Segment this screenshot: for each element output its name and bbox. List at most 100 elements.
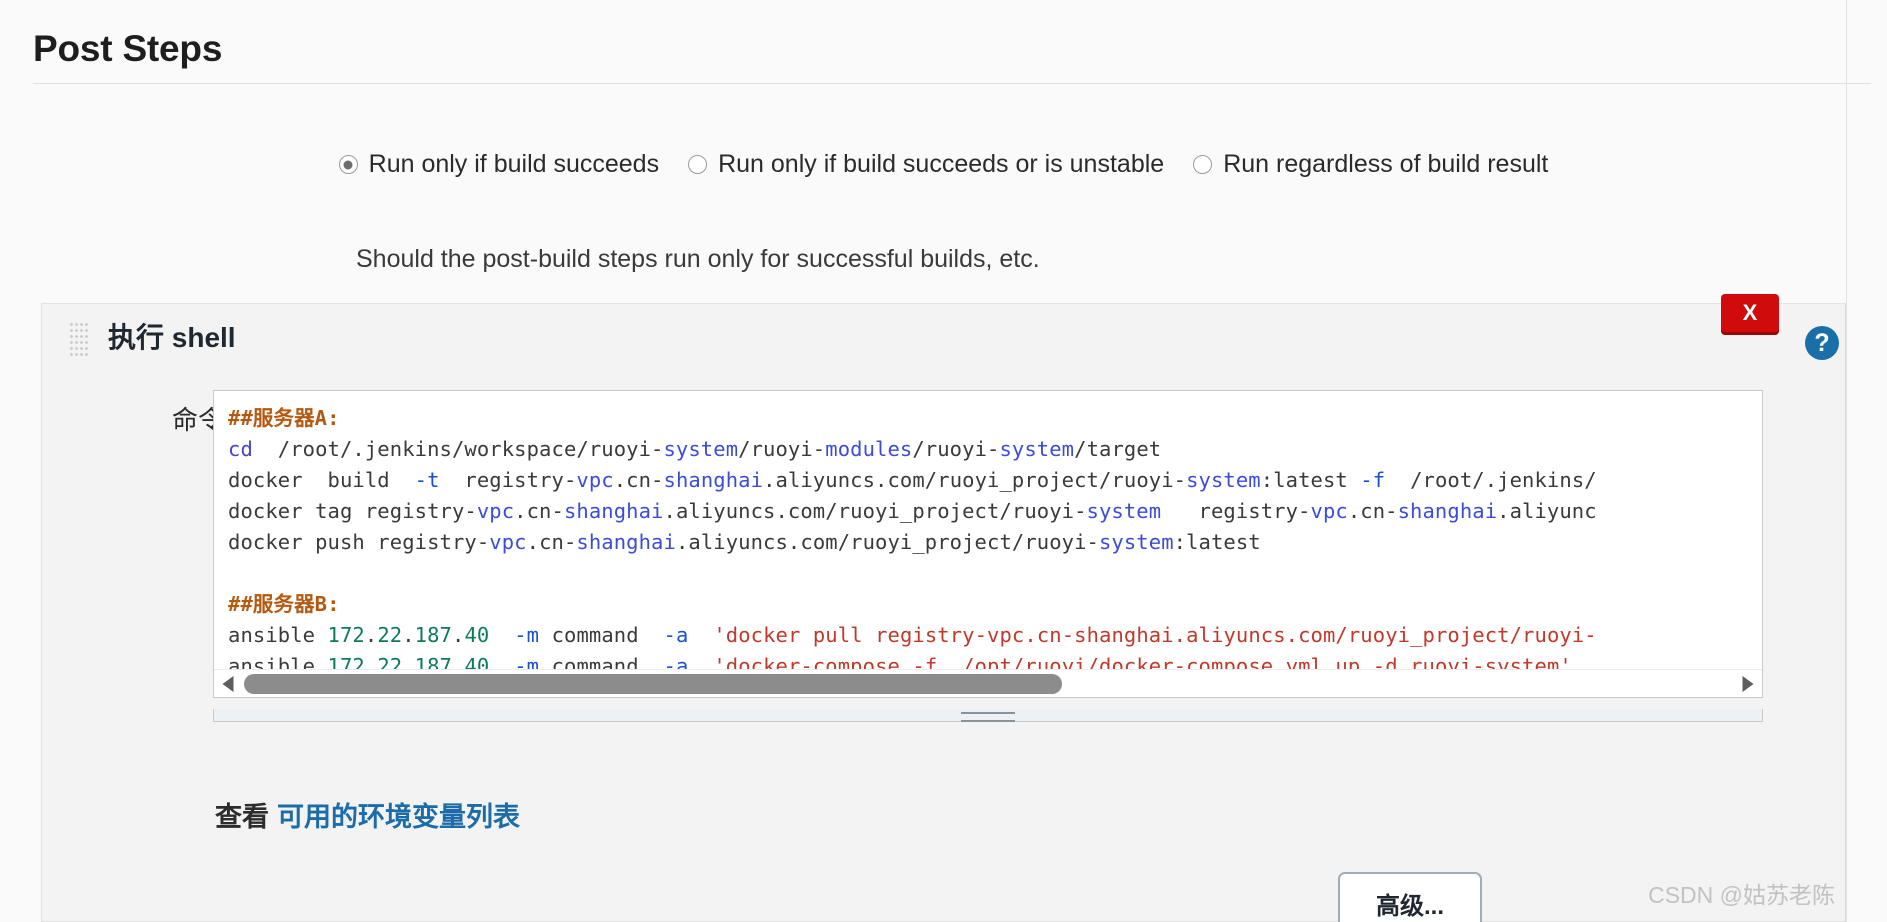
code-token: system [1098, 530, 1174, 554]
code-token: command [539, 654, 664, 669]
code-token: vpc [489, 530, 527, 554]
code-token: .cn- [1347, 499, 1398, 523]
code-token: shanghai [663, 468, 764, 492]
code-token: registry- [1161, 499, 1311, 523]
code-line: ##服务器B: [228, 589, 1762, 620]
code-line: ##服务器A: [228, 403, 1762, 434]
env-variables-line: 查看 可用的环境变量列表 [215, 795, 520, 834]
code-token: 'docker-compose -f /opt/ruoyi/docker-com… [688, 654, 1572, 669]
env-variables-link[interactable]: 可用的环境变量列表 [277, 802, 520, 832]
code-token: registry- [439, 468, 577, 492]
code-token: -m [514, 623, 540, 647]
command-code-area[interactable]: ##服务器A: cd /root/.jenkins/workspace/ruoyi… [214, 391, 1762, 669]
code-token: . [364, 654, 378, 669]
code-token: .aliyuncs.com/ruoyi_project/ruoyi- [763, 468, 1187, 492]
code-line: ansible 172.22.187.40 -m command -a 'doc… [228, 620, 1762, 651]
code-token: -f [1360, 468, 1386, 492]
code-token: system [663, 437, 739, 461]
radio-label-succeeds-or-unstable: Run only if build succeeds or is unstabl… [718, 150, 1165, 178]
radio-option-build-succeeds[interactable]: Run only if build succeeds [338, 150, 660, 179]
help-icon[interactable]: ? [1805, 326, 1839, 360]
code-token: -a [663, 623, 689, 647]
code-token: modules [825, 437, 913, 461]
code-token: ansible [228, 623, 328, 647]
editor-resize-bar[interactable] [213, 709, 1763, 722]
code-token: shanghai [576, 530, 676, 554]
scrollbar-thumb[interactable] [244, 673, 1063, 694]
builder-title: 执行 shell [108, 322, 236, 353]
code-line: ansible 172.22.187.40 -m command -a 'doc… [228, 651, 1762, 669]
code-token: .aliyunc [1497, 499, 1597, 523]
right-gutter-divider [1846, 0, 1847, 922]
code-line: cd /root/.jenkins/workspace/ruoyi-system… [228, 434, 1762, 465]
run-condition-help-text: Should the post-build steps run only for… [356, 245, 1040, 273]
code-token: /ruoyi- [912, 437, 1000, 461]
code-horizontal-scrollbar[interactable] [214, 669, 1762, 697]
code-token: 187 [414, 623, 452, 647]
execute-shell-builder-panel: 执行 shell X ? 命令 ##服务器A: cd /root/.jenkins… [41, 294, 1846, 922]
code-token: .cn- [613, 468, 664, 492]
code-token: -t [414, 468, 440, 492]
code-token: .cn- [514, 499, 564, 523]
code-token: . [452, 654, 465, 669]
code-line: docker push registry-vpc.cn-shanghai.ali… [228, 527, 1762, 558]
code-token: ansible [228, 654, 328, 669]
code-token: 172 [327, 623, 365, 647]
code-token: command [539, 623, 664, 647]
code-token: ##服务器B: [228, 592, 340, 616]
code-token: vpc [476, 499, 515, 523]
heading-divider [33, 82, 1871, 84]
radio-icon-unselected[interactable] [688, 155, 708, 174]
radio-label-regardless: Run regardless of build result [1223, 150, 1549, 178]
code-token: . [402, 623, 415, 647]
page-heading-section: Post Steps [33, 28, 1871, 84]
scrollbar-track[interactable] [244, 673, 1732, 694]
code-token: /ruoyi- [738, 437, 826, 461]
radio-icon-unselected[interactable] [1193, 155, 1213, 174]
advanced-button[interactable]: 高级... [1338, 872, 1482, 922]
code-token: /root/.jenkins/workspace/ruoyi- [252, 437, 664, 461]
code-token: 187 [414, 654, 452, 669]
post-steps-page: Post Steps Run only if build succeeds Ru… [0, 0, 1887, 922]
code-token: 22 [377, 654, 403, 669]
code-token: :latest [1173, 530, 1261, 554]
drag-handle-icon[interactable] [70, 323, 90, 359]
radio-icon-selected[interactable] [338, 155, 358, 174]
radio-option-succeeds-or-unstable[interactable]: Run only if build succeeds or is unstabl… [688, 150, 1164, 179]
code-token: /target [1074, 437, 1162, 461]
code-token: shanghai [1397, 499, 1498, 523]
radio-label-build-succeeds: Run only if build succeeds [368, 150, 660, 178]
radio-option-regardless[interactable]: Run regardless of build result [1193, 150, 1548, 179]
scroll-left-arrow-icon[interactable] [218, 674, 238, 694]
run-condition-radio-group: Run only if build succeeds Run only if b… [0, 150, 1887, 179]
code-token: .cn- [526, 530, 577, 554]
code-token: docker build [228, 468, 415, 492]
code-token: system [1086, 499, 1162, 523]
code-token: -m [514, 654, 540, 669]
code-token: .aliyuncs.com/ruoyi_project/ruoyi- [663, 499, 1087, 523]
code-token: system [1186, 468, 1261, 492]
watermark-text: CSDN @姑苏老陈 [1648, 882, 1835, 908]
code-token: 40 [464, 654, 490, 669]
command-editor[interactable]: ##服务器A: cd /root/.jenkins/workspace/ruoyi… [213, 390, 1763, 698]
close-icon[interactable]: X [1721, 294, 1779, 332]
code-token: :latest [1260, 468, 1361, 492]
scroll-right-arrow-icon[interactable] [1738, 674, 1758, 694]
builder-panel-header: 执行 shell X ? [42, 294, 1845, 382]
env-prefix-label: 查看 [215, 802, 269, 832]
code-line: docker build -t registry-vpc.cn-shanghai… [228, 465, 1762, 496]
code-token: vpc [1310, 499, 1348, 523]
code-token: cd [228, 437, 253, 461]
code-token: .aliyuncs.com/ruoyi_project/ruoyi- [675, 530, 1099, 554]
code-token: . [452, 623, 465, 647]
code-token: /root/.jenkins/ [1385, 468, 1597, 492]
page-title: Post Steps [33, 28, 223, 69]
code-token: . [364, 623, 378, 647]
resize-grip-icon[interactable] [961, 712, 1015, 722]
code-token: vpc [576, 468, 614, 492]
code-line: docker tag registry-vpc.cn-shanghai.aliy… [228, 496, 1762, 527]
code-token: docker tag registry- [228, 499, 477, 523]
code-token: docker push registry- [228, 530, 490, 554]
